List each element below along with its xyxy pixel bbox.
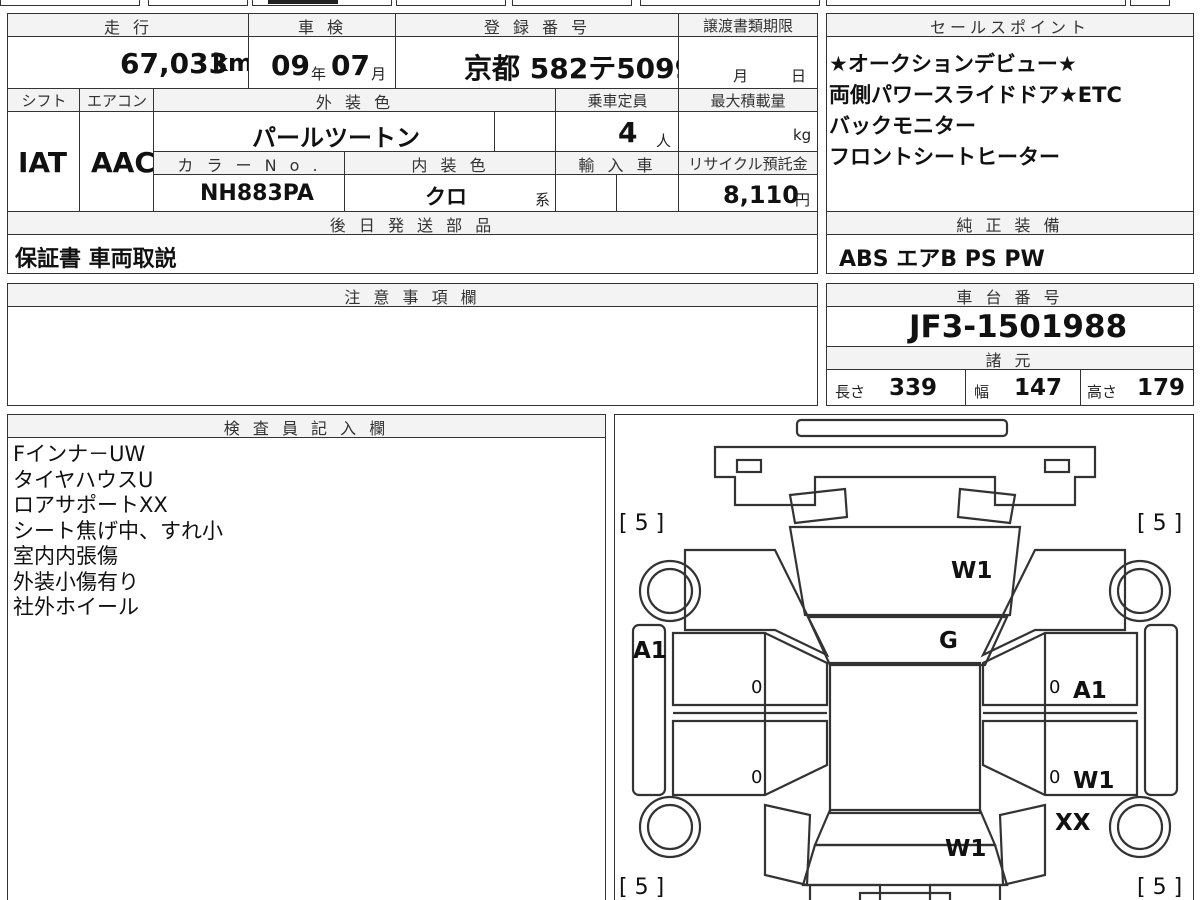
max-load-cell: kg <box>678 111 818 153</box>
tire-front-left-label: [ 5 ] <box>619 511 665 536</box>
notes-header: 注 意 事 項 欄 <box>7 283 818 308</box>
shift-header: シフト <box>7 88 81 113</box>
genuine-equipment-cell: ABS エアB PS PW <box>826 234 1194 274</box>
tire-rear-right-label: [ 5 ] <box>1137 875 1183 900</box>
capacity-cell: 4 人 <box>555 111 680 153</box>
exterior-color-header: 外 装 色 <box>153 88 557 113</box>
color-no-header: カ ラ ー N o . <box>153 151 346 176</box>
aircon-header: エアコン <box>79 88 155 113</box>
capacity-value: 4 <box>618 116 638 149</box>
damage-left-front-door: A1 <box>633 638 667 664</box>
interior-color-unit: 系 <box>535 191 551 209</box>
shaken-month: 07 <box>331 49 370 82</box>
tire-front-right-label: [ 5 ] <box>1137 511 1183 536</box>
tire-rear-left-label: [ 5 ] <box>619 875 665 900</box>
top-cutoff-strip <box>0 0 1200 8</box>
color-no-cell: NH883PA <box>153 174 346 213</box>
shaken-year-unit: 年 <box>311 65 327 83</box>
mileage-unit: km <box>212 49 253 77</box>
interior-color-header: 内 装 色 <box>344 151 557 176</box>
damage-rear: W1 <box>945 836 987 862</box>
chassis-header: 車 台 番 号 <box>826 283 1194 308</box>
shift-value: IAT <box>18 146 68 179</box>
recycle-fee-unit: 円 <box>795 191 811 209</box>
spec-length-cell: 長さ 339 <box>826 369 967 406</box>
registration-header: 登 録 番 号 <box>395 13 680 38</box>
mileage-cell: 67,033 km <box>7 36 253 90</box>
damage-windshield: G <box>939 628 958 654</box>
specs-header: 諸 元 <box>826 346 1194 371</box>
damage-hood: W1 <box>951 558 993 584</box>
max-load-unit: kg <box>793 126 812 144</box>
transfer-deadline-cell: 月 日 <box>678 36 818 90</box>
sales-point-cell: ★オークションデビュー★ 両側パワースライドドア★ETC バックモニター フロン… <box>826 36 1194 213</box>
registration-cell: 京都 582テ5099 <box>395 36 694 90</box>
mark-left-front-zero: 0 <box>751 677 763 698</box>
mark-right-rear-zero: 0 <box>1049 767 1061 788</box>
spec-height-cell: 高さ 179 <box>1080 369 1194 406</box>
max-load-header: 最大積載量 <box>678 88 818 113</box>
shaken-month-unit: 月 <box>371 65 387 83</box>
exterior-color-extra-cell <box>494 111 557 153</box>
exterior-color-cell: パールツートン <box>153 111 496 153</box>
import-header: 輸 入 車 <box>555 151 680 176</box>
chassis-cell: JF3-1501988 <box>826 306 1194 348</box>
color-no-value: NH883PA <box>200 181 314 206</box>
mark-left-rear-zero: 0 <box>751 767 763 788</box>
shaken-year: 09 <box>271 49 310 82</box>
exterior-color-value: パールツートン <box>252 124 420 152</box>
aircon-value: AAC <box>91 146 155 179</box>
shift-cell: IAT <box>7 111 81 213</box>
genuine-equipment-header: 純 正 装 備 <box>826 211 1194 236</box>
recycle-fee-header: リサイクル預託金 <box>678 151 818 176</box>
capacity-header: 乗車定員 <box>555 88 680 113</box>
spec-width-value: 147 <box>1014 375 1063 401</box>
registration-value: 京都 582テ5099 <box>464 52 695 85</box>
sales-point-text: ★オークションデビュー★ 両側パワースライドドア★ETC バックモニター フロン… <box>829 52 1122 169</box>
spec-height-value: 179 <box>1137 375 1186 401</box>
recycle-fee-value: 8,110 <box>723 181 799 209</box>
car-outline-svg <box>631 418 1179 900</box>
notes-cell <box>7 306 818 406</box>
interior-color-cell: クロ 系 <box>344 174 557 213</box>
sales-point-header: セールスポイント <box>826 13 1194 38</box>
shaken-cell: 09 年 07 月 <box>248 36 397 90</box>
genuine-equipment-value: ABS エアB PS PW <box>839 247 1045 272</box>
aircon-cell: AAC <box>79 111 155 213</box>
recycle-fee-cell: 8,110 円 <box>678 174 818 213</box>
inspector-header: 検 査 員 記 入 欄 <box>7 414 606 439</box>
mark-right-front-zero: 0 <box>1049 677 1061 698</box>
damage-right-rear-door: W1 <box>1073 768 1115 794</box>
import-cell-a <box>555 174 618 213</box>
spec-length-value: 339 <box>889 375 938 401</box>
mileage-header: 走 行 <box>7 13 250 38</box>
damage-right-rear-quarter: XX <box>1055 810 1091 836</box>
damage-right-front-door: A1 <box>1073 678 1107 704</box>
spec-width-cell: 幅 147 <box>965 369 1082 406</box>
chassis-number: JF3-1501988 <box>909 309 1128 345</box>
inspector-notes: Fインナ－UW タイヤハウスU ロアサポートXX シート焦げ中、すれ小 室内内張… <box>13 442 223 619</box>
later-parts-value: 保証書 車両取説 <box>15 247 177 272</box>
later-parts-cell: 保証書 車両取説 <box>7 234 818 274</box>
import-cell-b <box>616 174 680 213</box>
shaken-header: 車 検 <box>248 13 397 38</box>
transfer-deadline-header: 譲渡書類期限 <box>678 13 818 38</box>
inspector-cell: Fインナ－UW タイヤハウスU ロアサポートXX シート焦げ中、すれ小 室内内張… <box>7 437 606 900</box>
car-damage-diagram: [ 5 ] [ 5 ] [ 5 ] [ 5 ] W1 G A1 A1 W1 XX… <box>614 414 1194 900</box>
later-parts-header: 後 日 発 送 部 品 <box>7 211 818 236</box>
capacity-unit: 人 <box>656 132 672 150</box>
interior-color-value: クロ <box>425 185 467 209</box>
